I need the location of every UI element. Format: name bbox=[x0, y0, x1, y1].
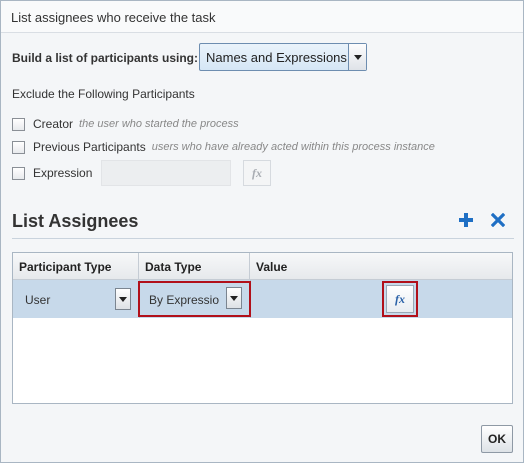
expression-input[interactable] bbox=[101, 160, 231, 186]
exclude-option-creator: Creator the user who started the process bbox=[12, 117, 239, 131]
dialog-title: List assignees who receive the task bbox=[1, 1, 523, 33]
column-value[interactable]: Value bbox=[250, 253, 512, 280]
build-method-select[interactable]: Names and Expressions bbox=[199, 43, 367, 71]
creator-checkbox[interactable] bbox=[12, 117, 25, 131]
section-divider bbox=[12, 238, 514, 239]
fx-highlight bbox=[382, 281, 418, 317]
column-participant-type[interactable]: Participant Type bbox=[13, 253, 139, 280]
creator-hint: the user who started the process bbox=[79, 118, 239, 130]
previous-participants-checkbox[interactable] bbox=[12, 140, 25, 154]
exclude-option-previous: Previous Participants users who have alr… bbox=[12, 140, 435, 154]
table-row[interactable] bbox=[13, 280, 512, 318]
expression-checkbox[interactable] bbox=[12, 166, 25, 180]
plus-icon[interactable] bbox=[456, 210, 476, 230]
previous-participants-hint: users who have already acted within this… bbox=[151, 141, 435, 153]
build-method-value: Names and Expressions bbox=[206, 49, 347, 65]
x-icon[interactable] bbox=[488, 210, 508, 230]
table-header: Participant Type Data Type Value bbox=[13, 253, 512, 280]
list-assignees-title: List Assignees bbox=[12, 211, 139, 231]
chevron-down-icon[interactable] bbox=[115, 288, 131, 310]
participant-type-value[interactable]: User bbox=[25, 293, 50, 307]
build-label: Build a list of participants using: bbox=[12, 51, 199, 65]
data-type-highlight bbox=[138, 281, 251, 317]
column-data-type[interactable]: Data Type bbox=[139, 253, 250, 280]
expression-fx-button[interactable]: fx bbox=[243, 160, 271, 186]
exclude-label: Exclude the Following Participants bbox=[12, 87, 195, 101]
previous-participants-label: Previous Participants bbox=[33, 140, 146, 154]
creator-label: Creator bbox=[33, 117, 74, 131]
chevron-down-icon[interactable] bbox=[348, 44, 366, 70]
assignee-table: Participant Type Data Type Value User bbox=[12, 252, 513, 404]
exclude-option-expression: Expression bbox=[12, 166, 98, 180]
expression-label: Expression bbox=[33, 166, 93, 180]
assignee-dialog: List assignees who receive the task Buil… bbox=[0, 0, 524, 463]
ok-button[interactable]: OK bbox=[481, 425, 513, 453]
build-row: Build a list of participants using: bbox=[12, 51, 198, 65]
